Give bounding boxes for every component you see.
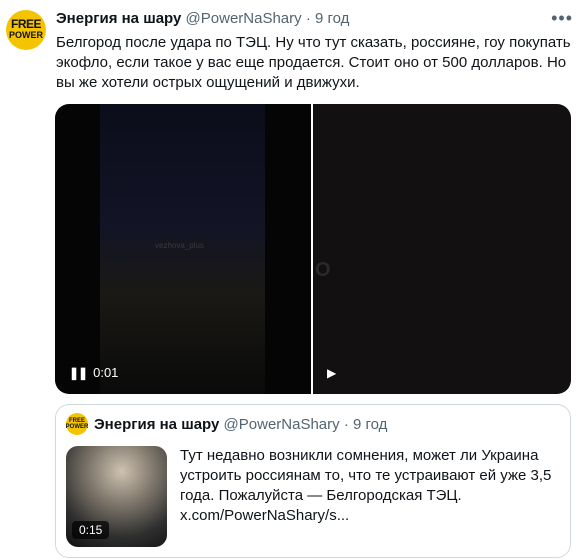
quoted-tweet[interactable]: FREE POWER Энергия на шару @PowerNaShary… — [55, 404, 571, 558]
avatar-text-power: POWER — [8, 30, 43, 40]
media-grid: vezhova_plus ❚❚ 0:01 O ▶ — [55, 104, 571, 394]
quote-timestamp: 9 год — [352, 416, 388, 433]
author-handle[interactable]: @PowerNaShary — [186, 10, 302, 27]
timestamp[interactable]: 9 год — [315, 10, 349, 27]
quote-separator-dot: · — [343, 416, 349, 433]
video-1-controls[interactable]: ❚❚ 0:01 — [69, 365, 118, 380]
quote-header: Энергия на шару @PowerNaShary · 9 год — [94, 416, 387, 433]
separator-dot: · — [305, 10, 311, 27]
video-1[interactable]: vezhova_plus ❚❚ 0:01 — [55, 104, 311, 394]
video-1-watermark: vezhova_plus — [155, 241, 204, 250]
quote-avatar-text-power: POWER — [65, 424, 89, 430]
avatar-text-free: FREE — [10, 17, 42, 31]
video-2-watermark: O — [315, 259, 331, 281]
quote-video-duration: 0:15 — [72, 521, 110, 539]
author-name[interactable]: Энергия на шару — [56, 10, 181, 27]
avatar[interactable]: FREE POWER — [6, 10, 46, 50]
quote-video-thumbnail[interactable]: 0:15 — [66, 446, 167, 547]
video-1-time: 0:01 — [93, 365, 119, 380]
quote-avatar[interactable]: FREE POWER — [66, 413, 88, 435]
more-icon[interactable]: ••• — [551, 8, 573, 29]
pause-icon[interactable]: ❚❚ — [69, 366, 88, 380]
video-2[interactable]: O ▶ — [313, 104, 571, 394]
play-icon[interactable]: ▶ — [327, 366, 336, 380]
quote-author-handle: @PowerNaShary — [223, 416, 340, 433]
quote-text: Тут недавно возникли сомнения, может ли … — [180, 447, 552, 524]
tweet-text: Белгород после удара по ТЭЦ. Ну что тут … — [56, 34, 571, 91]
quote-author-name: Энергия на шару — [94, 416, 220, 433]
tweet-header: Энергия на шару @PowerNaShary · 9 год — [56, 10, 349, 27]
